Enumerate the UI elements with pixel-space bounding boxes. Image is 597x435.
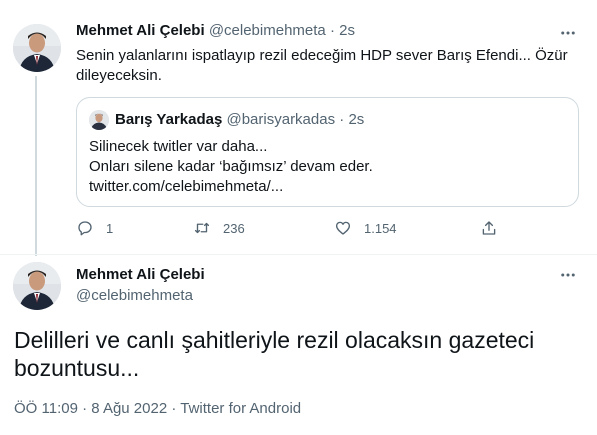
author-avatar[interactable] bbox=[13, 24, 61, 72]
main-author-avatar[interactable] bbox=[13, 262, 61, 310]
quoted-avatar-photo bbox=[89, 110, 109, 130]
quoted-link[interactable]: twitter.com/celebimehmeta/... bbox=[89, 177, 373, 197]
main-tweet-timestamp[interactable]: ÖÖ 11:09 · 8 Ağu 2022 · bbox=[14, 400, 180, 417]
quoted-author-name: Barış Yarkadaş bbox=[115, 111, 223, 128]
share-button[interactable] bbox=[480, 219, 498, 237]
retweet-icon bbox=[194, 222, 210, 234]
retweet-count: 236 bbox=[223, 220, 245, 236]
quoted-author-handle: @barisyarkadas bbox=[226, 111, 336, 128]
reply-button[interactable]: 1 bbox=[76, 219, 113, 237]
main-more-options-button[interactable] bbox=[556, 265, 580, 285]
heart-icon bbox=[335, 221, 351, 235]
tweet-divider bbox=[0, 254, 597, 255]
avatar-photo bbox=[13, 24, 61, 72]
quoted-line: Silinecek twitler var daha... bbox=[89, 138, 268, 155]
more-options-button[interactable] bbox=[556, 23, 580, 43]
reply-count: 1 bbox=[106, 220, 114, 236]
like-button[interactable]: 1.154 bbox=[334, 219, 397, 237]
quoted-line: Onları silene kadar ‘bağımsız’ devam ede… bbox=[89, 158, 373, 175]
main-tweet-meta: ÖÖ 11:09 · 8 Ağu 2022 · Twitter for Andr… bbox=[14, 400, 301, 417]
author-name[interactable]: Mehmet Ali Çelebi bbox=[76, 22, 205, 39]
thread-connector-line bbox=[35, 76, 37, 256]
tweet-text: Senin yalanlarını ispatlayıp rezil edece… bbox=[76, 47, 568, 84]
main-author-handle[interactable]: @celebimehmeta bbox=[76, 287, 193, 304]
author-handle[interactable]: @celebimehmeta bbox=[209, 22, 326, 39]
main-tweet-source[interactable]: Twitter for Android bbox=[180, 400, 301, 417]
main-author-name[interactable]: Mehmet Ali Çelebi bbox=[76, 266, 205, 283]
more-horizontal-icon bbox=[561, 273, 575, 277]
tweet-header: Mehmet Ali Çelebi @celebimehmeta · 2s bbox=[76, 22, 355, 39]
retweet-button[interactable]: 236 bbox=[193, 219, 245, 237]
like-count: 1.154 bbox=[364, 220, 397, 236]
tweet-action-bar: 1 236 1.154 bbox=[76, 219, 506, 239]
share-icon bbox=[482, 221, 496, 235]
quoted-tweet-header: Barış Yarkadaş @barisyarkadas · 2s bbox=[115, 111, 364, 128]
main-avatar-photo bbox=[13, 262, 61, 310]
quoted-tweet-card[interactable]: Barış Yarkadaş @barisyarkadas · 2s Silin… bbox=[76, 97, 579, 207]
main-tweet-text: Delilleri ve canlı şahitleriyle rezil ol… bbox=[14, 327, 535, 381]
reply-icon bbox=[78, 221, 92, 236]
quoted-author-avatar bbox=[89, 110, 109, 130]
tweet-time[interactable]: 2s bbox=[339, 22, 355, 39]
quoted-separator-dot: · bbox=[339, 111, 345, 128]
more-horizontal-icon bbox=[561, 31, 575, 35]
separator-dot: · bbox=[329, 22, 335, 39]
quoted-tweet-text: Silinecek twitler var daha... Onları sil… bbox=[89, 137, 373, 197]
quoted-tweet-time: 2s bbox=[348, 111, 365, 128]
